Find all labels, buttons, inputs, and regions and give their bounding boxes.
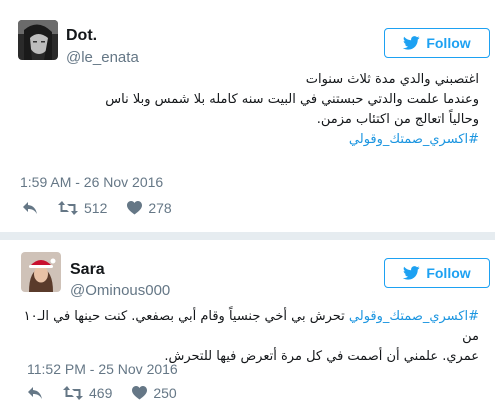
retweet-button[interactable]: 469 [63, 385, 112, 401]
reply-button[interactable] [27, 386, 43, 400]
tweet-text-line: اغتصبني والدي مدة ثلاث سنوات [305, 72, 479, 87]
like-button[interactable]: 278 [127, 200, 172, 216]
retweet-icon [63, 386, 83, 400]
action-bar: 512 278 [22, 200, 192, 216]
avatar[interactable] [18, 20, 58, 60]
retweet-count: 512 [84, 200, 108, 216]
follow-button[interactable]: Follow [384, 28, 490, 58]
user-handle[interactable]: @Ominous000 [70, 282, 170, 299]
tweet-text: اغتصبني والدي مدة ثلاث سنوات وعندما علمت… [19, 70, 479, 150]
follow-button[interactable]: Follow [384, 258, 490, 288]
timestamp[interactable]: 1:59 AM - 26 Nov 2016 [20, 174, 163, 190]
reply-button[interactable] [22, 201, 38, 215]
retweet-button[interactable]: 512 [58, 200, 107, 216]
avatar[interactable] [21, 252, 61, 292]
hashtag-link[interactable]: #اكسري_صمتك_وقولي [349, 309, 479, 324]
twitter-bird-icon [403, 266, 420, 280]
like-button[interactable]: 250 [132, 385, 177, 401]
retweet-icon [58, 201, 78, 215]
like-count: 250 [153, 385, 177, 401]
tweet-text-line: وحالياً اتعالج من اكتئاب مزمن. [316, 112, 479, 127]
follow-label: Follow [426, 265, 471, 281]
follow-label: Follow [426, 35, 471, 51]
action-bar: 469 250 [27, 385, 197, 401]
user-handle[interactable]: @le_enata [66, 49, 139, 66]
tweet-text: #اكسري_صمتك_وقولي تحرش بي أخي جنسياً وقا… [17, 307, 479, 367]
tweet-text-line: وعندما علمت والدتي حبستني في البيت سنه ك… [105, 92, 479, 107]
display-name[interactable]: Sara [70, 261, 105, 279]
tweet-text-line: #اكسري_صمتك_وقولي تحرش بي أخي جنسياً وقا… [17, 307, 479, 347]
timestamp[interactable]: 11:52 PM - 25 Nov 2016 [27, 361, 178, 377]
retweet-count: 469 [89, 385, 113, 401]
reply-icon [28, 387, 42, 399]
tweet-card: Sara @Ominous000 Follow #اكسري_صمتك_وقول… [0, 240, 495, 414]
twitter-bird-icon [403, 36, 420, 50]
tweet-card: Dot. @le_enata Follow اغتصبني والدي مدة … [0, 0, 495, 232]
like-count: 278 [148, 200, 172, 216]
display-name[interactable]: Dot. [66, 27, 97, 45]
heart-icon [127, 201, 143, 215]
reply-icon [23, 202, 37, 214]
heart-icon [132, 386, 148, 400]
hashtag-link[interactable]: #اكسري_صمتك_وقولي [19, 130, 479, 150]
divider [0, 232, 495, 240]
